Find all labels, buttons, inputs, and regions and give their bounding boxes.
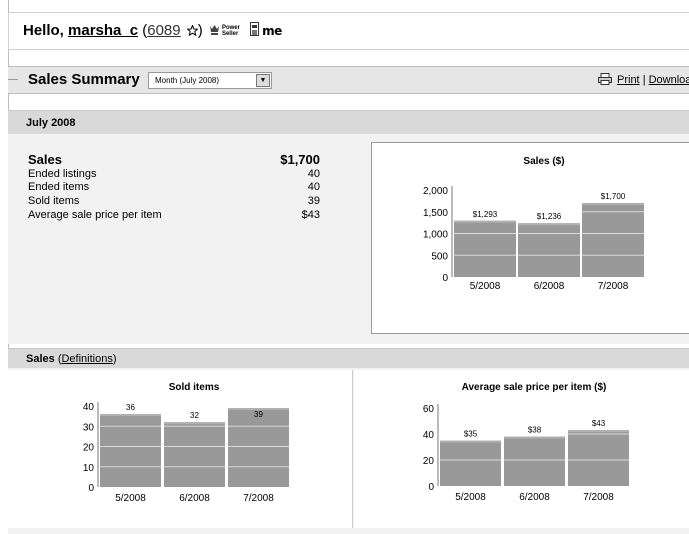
avg-chart: Average sale price per item ($) 0 20 40 60 $3… xyxy=(423,382,629,503)
chevron-down-icon[interactable]: ▼ xyxy=(256,74,270,87)
y-tick-label: 20 xyxy=(83,443,95,454)
y-tick-label: 40 xyxy=(83,402,95,413)
stat-value: 40 xyxy=(307,181,320,193)
summary-bar: Sales Summary Month (July 2008) ▼ Print … xyxy=(8,66,689,94)
y-tick-label: 0 xyxy=(442,273,448,284)
bar-data-label: $35 xyxy=(464,430,478,439)
bar-data-label: 36 xyxy=(126,403,135,412)
sales-value: $1,700 xyxy=(280,152,320,167)
y-tick-label: 1,500 xyxy=(423,208,448,219)
sales-section-title: Sales (Definitions) xyxy=(26,353,117,365)
avg-chart-box: Average sale price per item ($) 0 20 40 60 $3… xyxy=(354,370,689,528)
stat-label: Ended listings xyxy=(28,168,97,180)
x-tick-label: 6/2008 xyxy=(534,281,565,292)
bar xyxy=(440,440,501,486)
greeting-box: Hello, marsha_c (6089 ) Power Seller me xyxy=(8,12,689,50)
me-badge[interactable]: me xyxy=(262,24,282,38)
y-tick-label: 0 xyxy=(428,482,434,493)
definitions-close: ) xyxy=(112,353,117,365)
y-tick-label: 2,000 xyxy=(423,186,448,197)
bar xyxy=(582,203,644,277)
bar xyxy=(568,430,629,486)
bar-data-label: $1,236 xyxy=(537,212,562,221)
chart-title: Sales ($) xyxy=(523,156,564,167)
bar xyxy=(164,422,225,487)
bar xyxy=(454,220,516,277)
bar-data-label: $38 xyxy=(528,426,542,435)
month-header: July 2008 xyxy=(8,110,689,135)
bar-top-edge xyxy=(582,203,644,206)
sales-section-header: Sales (Definitions) xyxy=(8,348,689,369)
x-tick-label: 7/2008 xyxy=(598,281,629,292)
period-select-value: Month (July 2008) xyxy=(155,76,220,85)
bar-data-label: $1,293 xyxy=(473,210,498,219)
x-tick-label: 7/2008 xyxy=(583,492,614,503)
store-icon[interactable] xyxy=(250,22,260,40)
sales-label: Sales xyxy=(28,152,62,167)
x-tick-label: 6/2008 xyxy=(519,492,550,503)
x-tick-label: 5/2008 xyxy=(115,493,146,504)
y-tick-label: 10 xyxy=(83,463,95,474)
bar xyxy=(518,223,580,277)
print-links: Print | Download xyxy=(598,73,689,88)
star-icon[interactable] xyxy=(186,23,199,40)
bar-top-edge xyxy=(518,223,580,226)
feedback-score-link[interactable]: 6089 xyxy=(147,22,180,39)
x-tick-label: 7/2008 xyxy=(243,493,274,504)
bar-top-edge xyxy=(568,430,629,433)
summary-dash xyxy=(8,79,18,80)
download-link[interactable]: Download xyxy=(649,74,689,86)
power-seller-icon[interactable] xyxy=(209,23,220,40)
stat-label: Ended items xyxy=(28,181,90,193)
stat-value: 39 xyxy=(307,195,320,207)
sold-chart-box: Sold items 0 10 20 30 40 36 5/2008 32 6/2008 39 7/2… xyxy=(8,370,353,528)
stat-label: Average sale price per item xyxy=(28,209,162,221)
y-tick-label: 30 xyxy=(83,422,95,433)
greeting: Hello, marsha_c (6089 ) Power Seller me xyxy=(23,22,282,40)
bar-top-edge xyxy=(440,440,501,443)
sales-section-label: Sales xyxy=(26,353,55,365)
bar xyxy=(228,408,289,487)
x-tick-label: 5/2008 xyxy=(470,281,501,292)
sales-chart-box: Sales ($) 0 500 1,000 1,500 2,000 $1,293 5/2008… xyxy=(371,142,689,334)
bar-top-edge xyxy=(454,220,516,223)
x-tick-label: 5/2008 xyxy=(455,492,486,503)
bar-data-label: $1,700 xyxy=(601,192,626,201)
sold-chart: Sold items 0 10 20 30 40 36 5/2008 32 6/2008 39 7/2… xyxy=(83,382,289,504)
bar-data-label: $43 xyxy=(592,419,606,428)
summary-title: Sales Summary xyxy=(28,71,140,88)
y-tick-label: 0 xyxy=(88,483,94,494)
month-title: July 2008 xyxy=(26,117,76,129)
y-tick-label: 20 xyxy=(423,456,435,467)
link-separator: | xyxy=(642,74,646,86)
score-close: ) xyxy=(197,22,203,39)
stat-value: 40 xyxy=(307,168,320,180)
definitions-link[interactable]: Definitions xyxy=(61,353,112,365)
bar-data-label: 32 xyxy=(190,411,199,420)
username-link[interactable]: marsha_c xyxy=(68,22,138,39)
x-tick-label: 6/2008 xyxy=(179,493,210,504)
power-seller-line2: Seller xyxy=(221,31,239,38)
period-select[interactable]: Month (July 2008) ▼ xyxy=(148,72,272,89)
print-link[interactable]: Print xyxy=(617,74,640,86)
bar xyxy=(100,414,161,487)
y-tick-label: 40 xyxy=(423,430,435,441)
power-seller-label: Power Seller xyxy=(222,25,240,37)
bar-top-edge xyxy=(100,414,161,417)
bar xyxy=(504,436,565,486)
y-tick-label: 1,000 xyxy=(423,230,448,241)
chart-title: Average sale price per item ($) xyxy=(462,382,607,393)
y-tick-label: 500 xyxy=(431,251,448,262)
bar-top-edge xyxy=(164,422,225,425)
chart-title: Sold items xyxy=(169,382,220,393)
stat-label: Sold items xyxy=(28,195,80,207)
y-tick-label: 60 xyxy=(423,404,435,415)
bar-top-edge xyxy=(504,436,565,439)
printer-icon[interactable] xyxy=(598,73,612,88)
stat-value: $43 xyxy=(301,209,320,221)
bar-data-label: 39 xyxy=(254,410,263,419)
sales-chart: Sales ($) 0 500 1,000 1,500 2,000 $1,293 5/2008… xyxy=(423,156,644,292)
greeting-hello: Hello, xyxy=(23,22,64,39)
